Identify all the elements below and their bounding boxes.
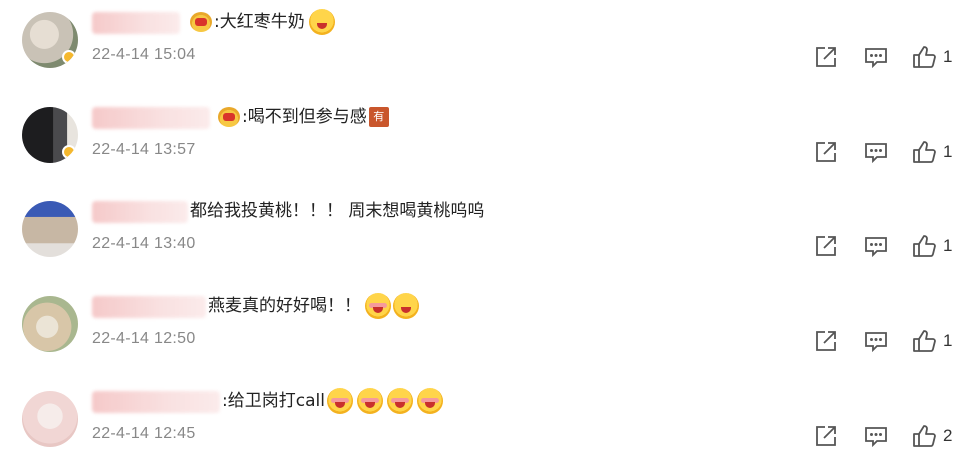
username-blurred[interactable] (92, 391, 220, 413)
verified-badge-icon (62, 50, 76, 64)
comment-actions: 1 (797, 44, 977, 72)
username-blurred[interactable] (92, 296, 206, 318)
comment-actions: 2 (797, 423, 977, 451)
share-icon[interactable] (813, 139, 841, 167)
comment-text-line: 都给我投黄桃！！！ 周末想喝黄桃呜呜 (190, 198, 484, 224)
share-icon[interactable] (813, 328, 841, 356)
sweat-smile-emoji-icon (393, 293, 419, 319)
avatar[interactable] (22, 391, 78, 447)
like-count: 1 (943, 142, 953, 161)
comment-item: :给卫岗打call 22-4-14 12:45 2 (0, 379, 977, 473)
vip-crown-icon (218, 107, 240, 127)
flower-cheer-emoji-icon (416, 388, 443, 414)
comment-time: 22-4-14 15:04 (92, 46, 196, 63)
like-count: 1 (943, 47, 953, 66)
thumbs-up-icon[interactable] (911, 44, 939, 72)
avatar[interactable] (22, 201, 78, 257)
comment-time: 22-4-14 13:57 (92, 141, 196, 158)
thumbs-up-icon[interactable] (911, 423, 939, 451)
comment-text: :喝不到但参与感 (242, 107, 367, 127)
avatar[interactable] (22, 296, 78, 352)
comment-text-line: :大红枣牛奶 (190, 9, 335, 35)
comment-text: 都给我投黄桃！！！ 周末想喝黄桃呜呜 (190, 201, 485, 221)
comment-actions: 1 (797, 233, 977, 261)
thumbs-up-icon[interactable] (911, 233, 939, 261)
comment-item: 燕麦真的好好喝！！ 22-4-14 12:50 1 (0, 284, 977, 378)
comment-icon[interactable] (863, 233, 891, 261)
thumbs-up-icon[interactable] (911, 139, 939, 167)
username-blurred[interactable] (92, 107, 210, 129)
tag-emoji: 有 (368, 107, 389, 127)
comment-time: 22-4-14 13:40 (92, 235, 196, 252)
share-icon[interactable] (813, 233, 841, 261)
comment-item: 都给我投黄桃！！！ 周末想喝黄桃呜呜 22-4-14 13:40 1 (0, 189, 977, 283)
comment-icon[interactable] (863, 328, 891, 356)
comment-text-line: :喝不到但参与感 有 (218, 104, 389, 130)
comment-actions: 1 (797, 328, 977, 356)
like-count: 1 (943, 331, 953, 350)
share-icon[interactable] (813, 423, 841, 451)
comment-actions: 1 (797, 139, 977, 167)
laugh-cry-emoji-icon (308, 9, 335, 35)
comment-icon[interactable] (863, 423, 891, 451)
flower-cheer-emoji-icon (386, 388, 413, 414)
username-blurred[interactable] (92, 12, 180, 34)
comment-item: :大红枣牛奶 22-4-14 15:04 1 (0, 0, 977, 94)
comment-item: :喝不到但参与感 有 22-4-14 13:57 1 (0, 95, 977, 189)
avatar[interactable] (22, 107, 78, 163)
like-count: 2 (943, 426, 953, 445)
share-icon[interactable] (813, 44, 841, 72)
comment-text-line: :给卫岗打call (222, 388, 443, 414)
username-blurred[interactable] (92, 201, 188, 223)
comment-icon[interactable] (863, 139, 891, 167)
comment-text-line: 燕麦真的好好喝！！ (208, 293, 419, 319)
comment-time: 22-4-14 12:50 (92, 330, 196, 347)
like-count: 1 (943, 236, 953, 255)
thumbs-up-icon[interactable] (911, 328, 939, 356)
vip-crown-icon (190, 12, 212, 32)
flower-cheer-emoji-icon (326, 388, 353, 414)
flower-cheer-emoji-icon (356, 388, 383, 414)
avatar[interactable] (22, 12, 78, 68)
comment-time: 22-4-14 12:45 (92, 425, 196, 442)
comment-text: 燕麦真的好好喝！！ (208, 296, 361, 316)
comment-text: :给卫岗打call (222, 391, 325, 411)
comment-icon[interactable] (863, 44, 891, 72)
comment-text: :大红枣牛奶 (214, 12, 305, 32)
verified-badge-icon (62, 145, 76, 159)
flower-cheer-emoji-icon (365, 293, 391, 319)
